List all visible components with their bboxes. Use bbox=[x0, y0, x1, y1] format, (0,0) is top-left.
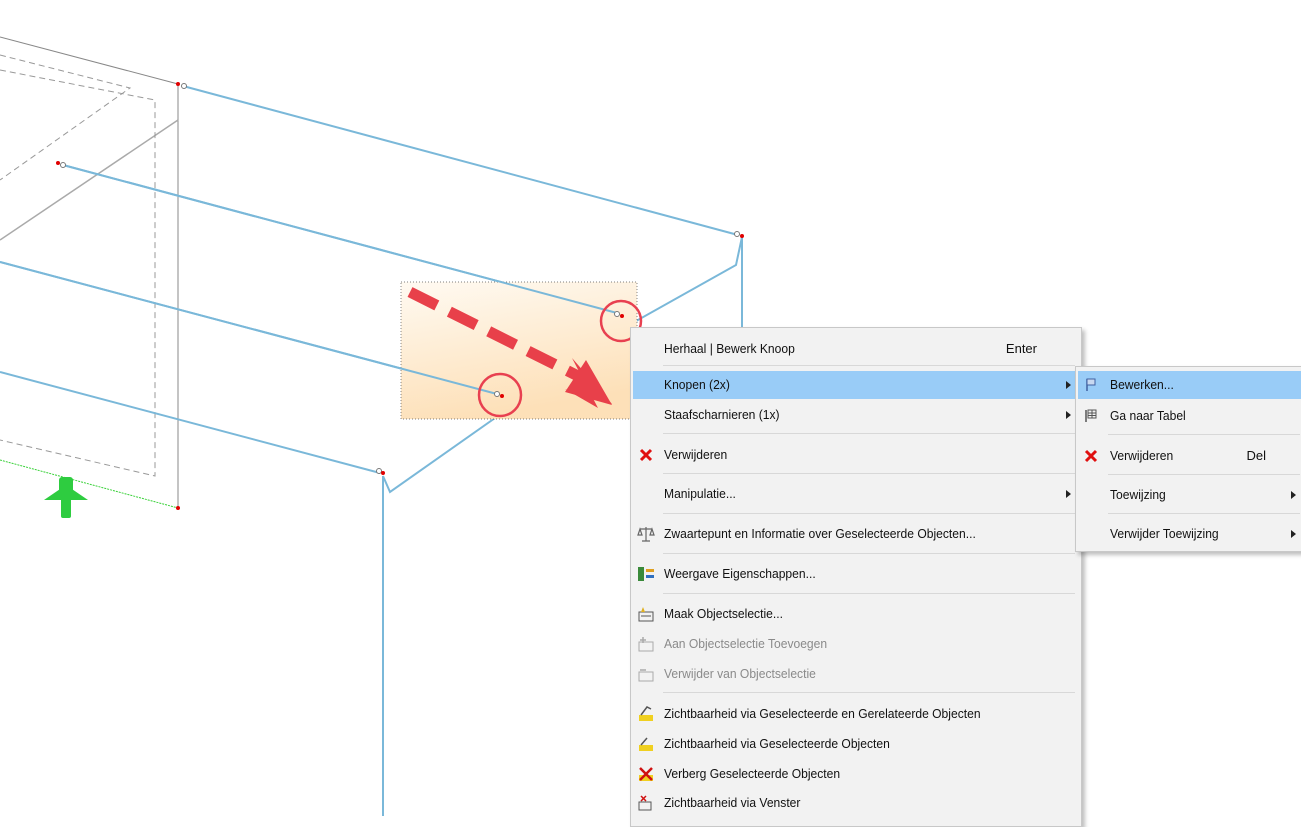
submenu-item-go-to-table[interactable]: Ga naar Tabel bbox=[1078, 402, 1301, 430]
visibility-selected-icon bbox=[637, 735, 655, 753]
add-selection-icon bbox=[637, 635, 655, 653]
submenu-item-remove-assignment[interactable]: Verwijder Toewijzing bbox=[1078, 520, 1301, 548]
visibility-window-icon bbox=[637, 794, 655, 812]
support-line bbox=[0, 459, 179, 509]
red-x-icon bbox=[637, 446, 655, 464]
submenu-arrow-icon bbox=[1066, 411, 1071, 419]
display-properties-icon bbox=[637, 565, 655, 583]
slab-outline bbox=[0, 36, 179, 508]
menu-item-remove-from-selection[interactable]: Verwijder van Objectselectie bbox=[633, 660, 1079, 688]
hide-selected-icon bbox=[637, 765, 655, 783]
table-icon bbox=[1082, 407, 1100, 425]
context-menu: Herhaal | Bewerk Knoop Enter Knopen (2x)… bbox=[630, 327, 1082, 827]
submenu-arrow-icon bbox=[1066, 381, 1071, 389]
create-selection-icon bbox=[637, 605, 655, 623]
remove-selection-icon bbox=[637, 665, 655, 683]
nodal-support-icon bbox=[44, 477, 88, 518]
menu-item-visibility-window[interactable]: Zichtbaarheid via Venster bbox=[633, 789, 1079, 817]
menu-item-add-to-selection[interactable]: Aan Objectselectie Toevoegen bbox=[633, 630, 1079, 658]
submenu-arrow-icon bbox=[1291, 530, 1296, 538]
menu-item-centroid-info[interactable]: Zwaartepunt en Informatie over Geselecte… bbox=[633, 520, 1079, 548]
red-x-icon bbox=[1082, 447, 1100, 465]
menu-item-visibility-related[interactable]: Zichtbaarheid via Geselecteerde en Gerel… bbox=[633, 700, 1079, 728]
visibility-related-icon bbox=[637, 705, 655, 723]
menu-item-member-hinges[interactable]: Staafscharnieren (1x) bbox=[633, 401, 1079, 429]
submenu-nodes: Bewerken... Ga naar Tabel Verwijderen De… bbox=[1075, 366, 1301, 552]
submenu-arrow-icon bbox=[1066, 490, 1071, 498]
menu-item-hide-selected[interactable]: Verberg Geselecteerde Objecten bbox=[633, 760, 1079, 788]
menu-item-delete[interactable]: Verwijderen bbox=[633, 441, 1079, 469]
balance-scale-icon bbox=[637, 525, 655, 543]
submenu-item-assignment[interactable]: Toewijzing bbox=[1078, 481, 1301, 509]
menu-item-create-selection[interactable]: Maak Objectselectie... bbox=[633, 600, 1079, 628]
edit-node-icon bbox=[1082, 376, 1100, 394]
menu-item-repeat-edit-node[interactable]: Herhaal | Bewerk Knoop Enter bbox=[633, 335, 1079, 363]
submenu-arrow-icon bbox=[1291, 491, 1296, 499]
submenu-item-delete[interactable]: Verwijderen Del bbox=[1078, 442, 1301, 470]
menu-item-visibility-selected[interactable]: Zichtbaarheid via Geselecteerde Objecten bbox=[633, 730, 1079, 758]
submenu-item-edit[interactable]: Bewerken... bbox=[1078, 371, 1301, 399]
menu-item-manipulation[interactable]: Manipulatie... bbox=[633, 480, 1079, 508]
menu-item-nodes[interactable]: Knopen (2x) bbox=[633, 371, 1079, 399]
menu-item-display-properties[interactable]: Weergave Eigenschappen... bbox=[633, 560, 1079, 588]
